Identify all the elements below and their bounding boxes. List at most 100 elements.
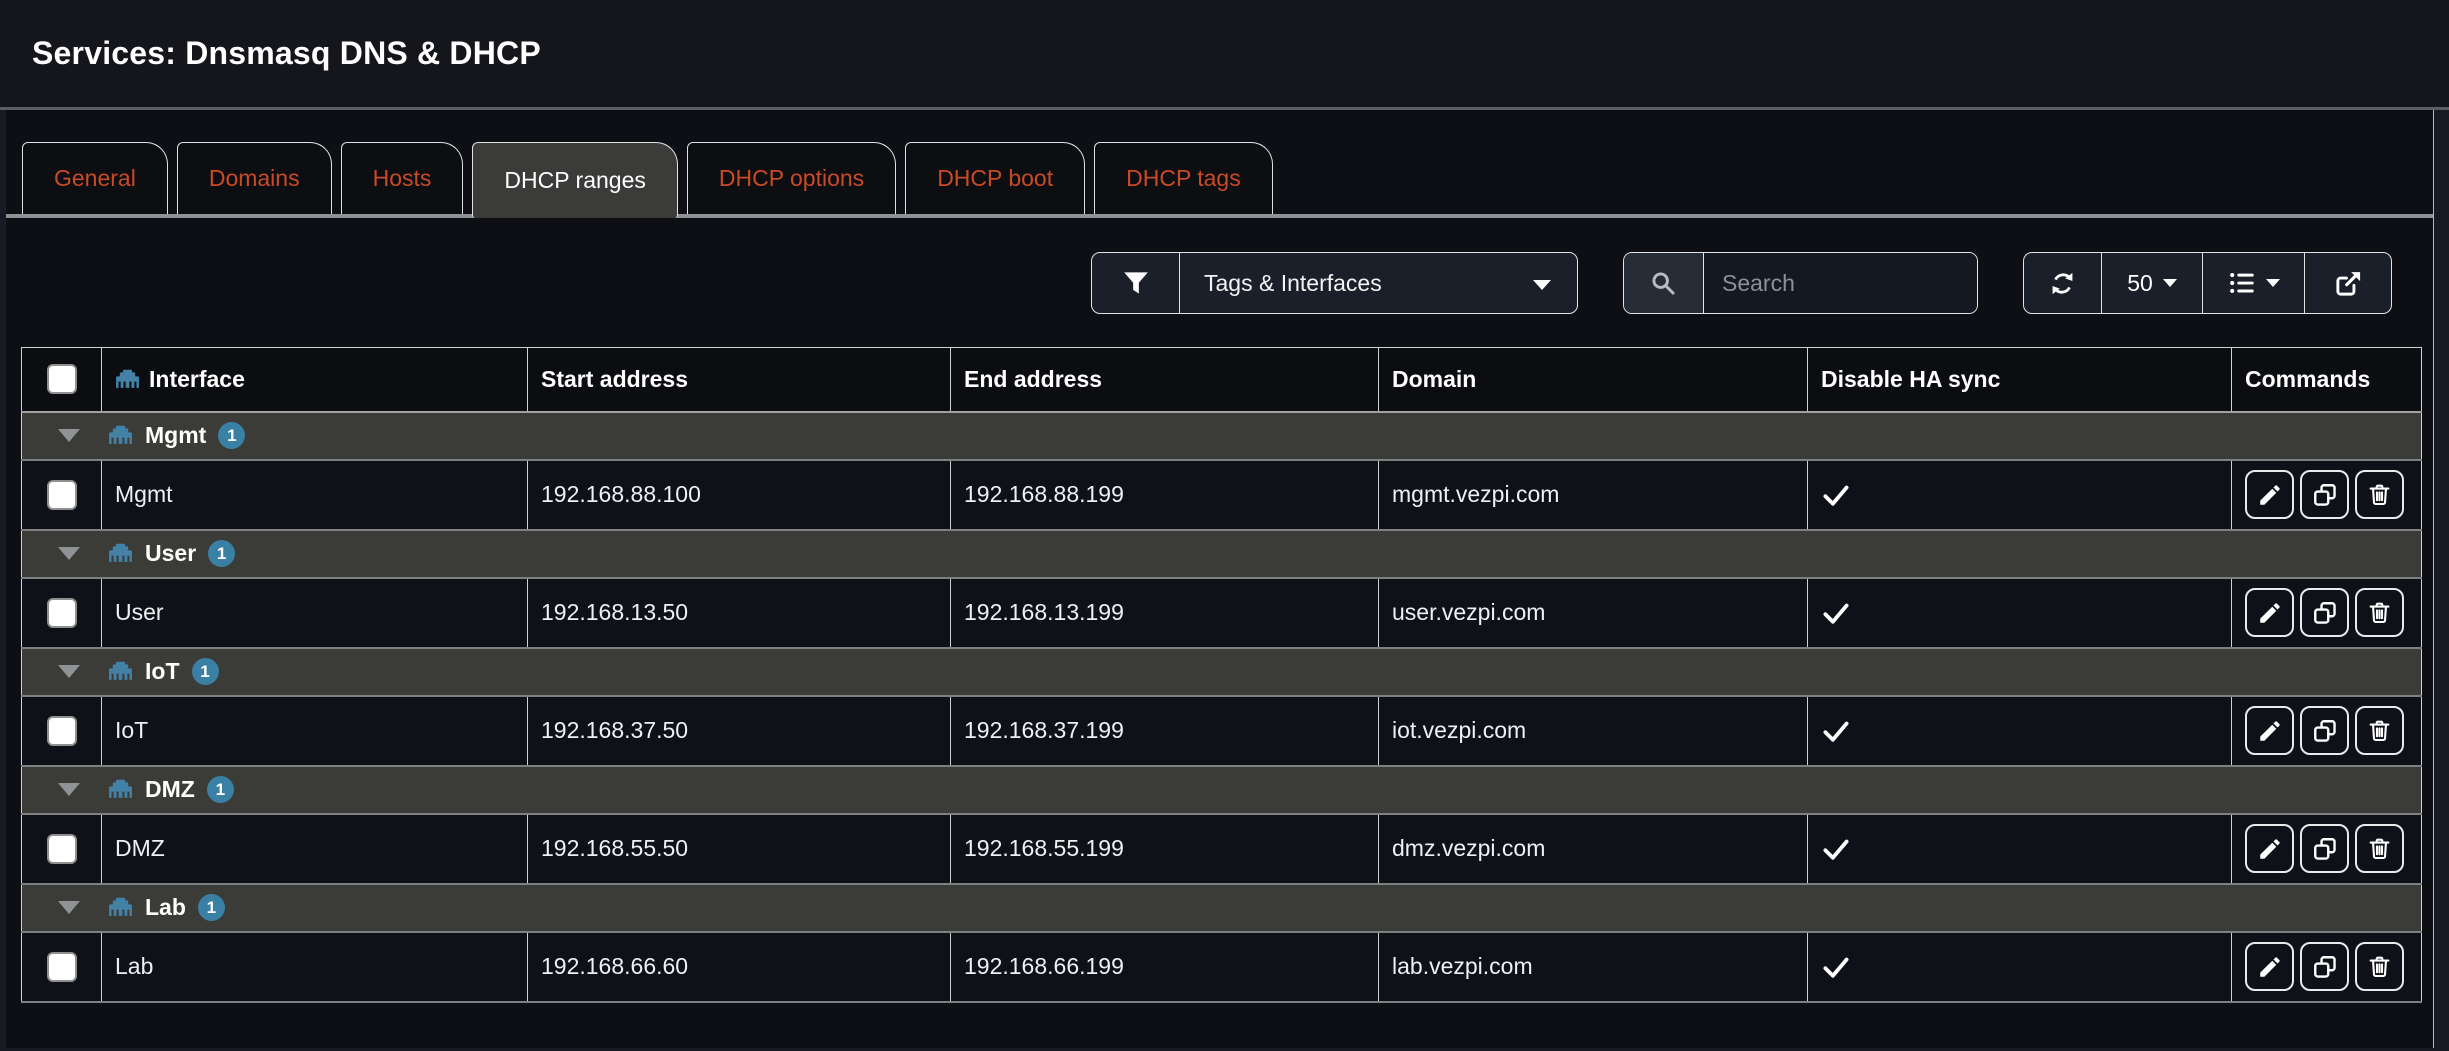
group-name: IoT bbox=[145, 658, 180, 685]
delete-button[interactable] bbox=[2355, 824, 2404, 873]
tab-dhcp-tags[interactable]: DHCP tags bbox=[1094, 142, 1273, 214]
pencil-icon bbox=[2257, 836, 2283, 862]
trash-icon bbox=[2367, 718, 2392, 743]
copy-button[interactable] bbox=[2300, 588, 2349, 637]
edit-button[interactable] bbox=[2245, 942, 2294, 991]
refresh-button[interactable] bbox=[2024, 253, 2102, 313]
table-row: IoT 192.168.37.50 192.168.37.199 iot.vez… bbox=[22, 696, 2422, 766]
clone-icon bbox=[2312, 718, 2338, 744]
delete-button[interactable] bbox=[2355, 942, 2404, 991]
page-title: Services: Dnsmasq DNS & DHCP bbox=[32, 35, 541, 72]
chevron-down-icon bbox=[2266, 279, 2280, 287]
group-row[interactable]: IoT 1 bbox=[22, 648, 2422, 696]
clone-icon bbox=[2312, 482, 2338, 508]
tab-hosts[interactable]: Hosts bbox=[341, 142, 464, 214]
row-checkbox[interactable] bbox=[47, 598, 77, 628]
clone-icon bbox=[2312, 954, 2338, 980]
check-icon bbox=[1821, 598, 1851, 628]
copy-button[interactable] bbox=[2300, 706, 2349, 755]
ethernet-icon bbox=[108, 541, 133, 566]
pencil-icon bbox=[2257, 482, 2283, 508]
table-row: Mgmt 192.168.88.100 192.168.88.199 mgmt.… bbox=[22, 460, 2422, 530]
cell-interface: DMZ bbox=[102, 814, 528, 884]
refresh-icon bbox=[2049, 270, 2076, 297]
cell-domain: iot.vezpi.com bbox=[1379, 696, 1808, 766]
ethernet-icon bbox=[108, 659, 133, 684]
check-icon bbox=[1821, 480, 1851, 510]
list-icon bbox=[2228, 269, 2256, 297]
page-size-value: 50 bbox=[2127, 270, 2153, 297]
collapse-arrow-icon[interactable] bbox=[58, 665, 80, 678]
group-name: Lab bbox=[145, 894, 186, 921]
row-checkbox[interactable] bbox=[47, 716, 77, 746]
column-header-end: End address bbox=[951, 348, 1379, 412]
cell-domain: dmz.vezpi.com bbox=[1379, 814, 1808, 884]
group-row[interactable]: DMZ 1 bbox=[22, 766, 2422, 814]
trash-icon bbox=[2367, 482, 2392, 507]
content-panel: General Domains Hosts DHCP ranges DHCP o… bbox=[6, 110, 2434, 1048]
cell-end-address: 192.168.88.199 bbox=[951, 460, 1379, 530]
delete-button[interactable] bbox=[2355, 706, 2404, 755]
ethernet-icon bbox=[108, 423, 133, 448]
pencil-icon bbox=[2257, 718, 2283, 744]
pencil-icon bbox=[2257, 600, 2283, 626]
row-checkbox[interactable] bbox=[47, 952, 77, 982]
group-row[interactable]: User 1 bbox=[22, 530, 2422, 578]
edit-button[interactable] bbox=[2245, 470, 2294, 519]
group-row[interactable]: Lab 1 bbox=[22, 884, 2422, 932]
tab-domains[interactable]: Domains bbox=[177, 142, 332, 214]
filter-dropdown[interactable]: Tags & Interfaces bbox=[1091, 252, 1578, 314]
table-row: Lab 192.168.66.60 192.168.66.199 lab.vez… bbox=[22, 932, 2422, 1002]
group-count-badge: 1 bbox=[208, 540, 235, 567]
export-button[interactable] bbox=[2305, 253, 2391, 313]
copy-button[interactable] bbox=[2300, 470, 2349, 519]
collapse-arrow-icon[interactable] bbox=[58, 901, 80, 914]
column-header-ha: Disable HA sync bbox=[1808, 348, 2232, 412]
grid-controls: 50 bbox=[2023, 252, 2392, 314]
group-row[interactable]: Mgmt 1 bbox=[22, 412, 2422, 460]
cell-disable-ha-sync bbox=[1808, 932, 2232, 1002]
group-name: Mgmt bbox=[145, 422, 206, 449]
edit-button[interactable] bbox=[2245, 588, 2294, 637]
collapse-arrow-icon[interactable] bbox=[58, 783, 80, 796]
collapse-arrow-icon[interactable] bbox=[58, 547, 80, 560]
row-checkbox[interactable] bbox=[47, 834, 77, 864]
group-count-badge: 1 bbox=[218, 422, 245, 449]
group-count-badge: 1 bbox=[207, 776, 234, 803]
columns-button[interactable] bbox=[2203, 253, 2305, 313]
tab-dhcp-options[interactable]: DHCP options bbox=[687, 142, 896, 214]
delete-button[interactable] bbox=[2355, 470, 2404, 519]
table-header-row: Interface Start address End address Doma… bbox=[22, 348, 2422, 412]
delete-button[interactable] bbox=[2355, 588, 2404, 637]
cell-disable-ha-sync bbox=[1808, 696, 2232, 766]
cell-domain: lab.vezpi.com bbox=[1379, 932, 1808, 1002]
cell-start-address: 192.168.55.50 bbox=[528, 814, 951, 884]
edit-button[interactable] bbox=[2245, 824, 2294, 873]
group-name: DMZ bbox=[145, 776, 195, 803]
copy-button[interactable] bbox=[2300, 942, 2349, 991]
cell-interface: Lab bbox=[102, 932, 528, 1002]
search-icon bbox=[1624, 253, 1704, 313]
collapse-arrow-icon[interactable] bbox=[58, 429, 80, 442]
clone-icon bbox=[2312, 600, 2338, 626]
row-checkbox[interactable] bbox=[47, 480, 77, 510]
tab-dhcp-boot[interactable]: DHCP boot bbox=[905, 142, 1085, 214]
copy-button[interactable] bbox=[2300, 824, 2349, 873]
check-icon bbox=[1821, 952, 1851, 982]
tab-dhcp-ranges[interactable]: DHCP ranges bbox=[472, 142, 677, 218]
column-header-commands: Commands bbox=[2232, 348, 2422, 412]
cell-interface: IoT bbox=[102, 696, 528, 766]
filter-label: Tags & Interfaces bbox=[1180, 253, 1382, 313]
search-input[interactable] bbox=[1704, 253, 1978, 313]
chevron-down-icon bbox=[1533, 280, 1551, 290]
page-size-button[interactable]: 50 bbox=[2102, 253, 2203, 313]
cell-interface: User bbox=[102, 578, 528, 648]
tab-general[interactable]: General bbox=[22, 142, 168, 214]
select-all-checkbox[interactable] bbox=[47, 364, 77, 394]
cell-start-address: 192.168.88.100 bbox=[528, 460, 951, 530]
group-name: User bbox=[145, 540, 196, 567]
cell-domain: mgmt.vezpi.com bbox=[1379, 460, 1808, 530]
edit-button[interactable] bbox=[2245, 706, 2294, 755]
cell-interface: Mgmt bbox=[102, 460, 528, 530]
cell-end-address: 192.168.55.199 bbox=[951, 814, 1379, 884]
